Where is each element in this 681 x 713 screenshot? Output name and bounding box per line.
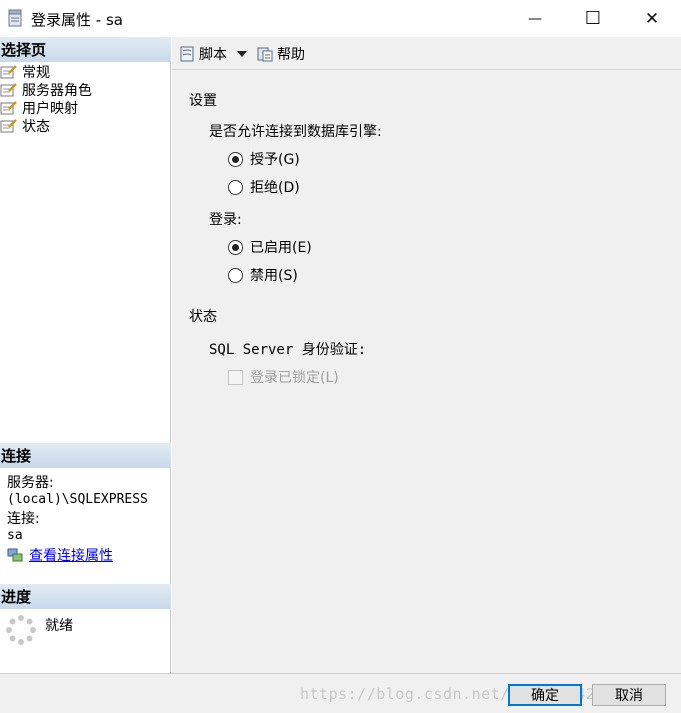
connection-value: sa [7, 528, 23, 543]
connection-properties-icon [7, 548, 23, 562]
script-label: 脚本 [199, 47, 227, 63]
connection-header: 连接 [0, 443, 171, 468]
page-item-label: 服务器角色 [22, 83, 92, 99]
footer-bar: https://blog.csdn.net/weixin_42504109 确定… [0, 673, 681, 713]
login-label: 登录: [209, 212, 242, 228]
minimize-button[interactable]: — [506, 0, 564, 37]
page-wrench-icon [0, 101, 17, 115]
page-wrench-icon [0, 119, 17, 133]
title-bar: 登录属性 - sa — ☐ ✕ [0, 0, 681, 37]
cancel-button[interactable]: 取消 [592, 684, 666, 706]
enabled-radio[interactable]: 已启用(E) [228, 237, 312, 257]
script-button[interactable]: 脚本 [179, 44, 247, 64]
view-connection-properties[interactable]: 查看连接属性 [7, 545, 113, 565]
sql-auth-label: SQL Server 身份验证: [209, 342, 367, 358]
select-page-header: 选择页 [0, 37, 171, 62]
grant-label: 授予(G) [250, 152, 300, 168]
radio-indicator [228, 267, 243, 283]
settings-section-title: 设置 [189, 93, 217, 109]
grant-radio[interactable]: 授予(G) [228, 149, 300, 169]
allow-connect-question: 是否允许连接到数据库引擎: [209, 124, 382, 140]
disabled-radio[interactable]: 禁用(S) [228, 265, 298, 285]
progress-header: 进度 [0, 584, 171, 609]
login-locked-checkbox: 登录已锁定(L) [228, 367, 339, 387]
help-label: 帮助 [277, 47, 305, 63]
page-item-label: 用户映射 [22, 101, 78, 117]
connection-label: 连接: [7, 511, 40, 527]
close-button[interactable]: ✕ [623, 0, 681, 37]
checkbox-indicator [228, 369, 243, 385]
login-locked-label: 登录已锁定(L) [250, 370, 339, 386]
deny-radio[interactable]: 拒绝(D) [228, 177, 300, 197]
script-icon [180, 46, 194, 62]
page-wrench-icon [0, 65, 17, 79]
server-value: (local)\SQLEXPRESS [7, 492, 148, 507]
maximize-button[interactable]: ☐ [564, 0, 622, 37]
right-pane: 脚本 帮助 设置 是否允许连接到数据库引擎: 授予(G) 拒绝(D) 登录: 已… [172, 37, 681, 673]
status-section-title: 状态 [189, 309, 217, 325]
page-item-status[interactable]: 状态 [0, 117, 50, 135]
page-item-server-roles[interactable]: 服务器角色 [0, 81, 92, 99]
page-item-label: 常规 [22, 65, 50, 81]
server-label: 服务器: [7, 475, 54, 491]
dropdown-arrow-icon[interactable] [237, 51, 247, 57]
radio-indicator [228, 239, 243, 255]
view-connection-properties-link[interactable]: 查看连接属性 [29, 545, 113, 565]
left-pane: 选择页 常规 服务器角色 用户映射 状态 连接 服务器: (local)\SQL… [0, 37, 171, 673]
page-item-general[interactable]: 常规 [0, 63, 50, 81]
help-icon [257, 47, 273, 62]
toolbar: 脚本 帮助 [172, 37, 681, 70]
page-item-label: 状态 [22, 119, 50, 135]
progress-status: 就绪 [45, 618, 73, 634]
disabled-label: 禁用(S) [250, 268, 298, 284]
spinner-icon [6, 615, 36, 645]
page-wrench-icon [0, 83, 17, 97]
ok-label: 确定 [531, 688, 559, 704]
window-title: 登录属性 - sa [31, 11, 123, 29]
minimize-icon: — [528, 10, 542, 27]
help-button[interactable]: 帮助 [257, 44, 305, 64]
enabled-label: 已启用(E) [250, 240, 312, 256]
radio-indicator [228, 151, 243, 167]
database-icon [8, 9, 22, 27]
maximize-icon: ☐ [584, 8, 602, 29]
close-icon: ✕ [644, 8, 660, 29]
ok-button[interactable]: 确定 [508, 684, 582, 706]
deny-label: 拒绝(D) [250, 180, 300, 196]
cancel-label: 取消 [615, 688, 643, 704]
page-item-user-mapping[interactable]: 用户映射 [0, 99, 78, 117]
radio-indicator [228, 179, 243, 195]
